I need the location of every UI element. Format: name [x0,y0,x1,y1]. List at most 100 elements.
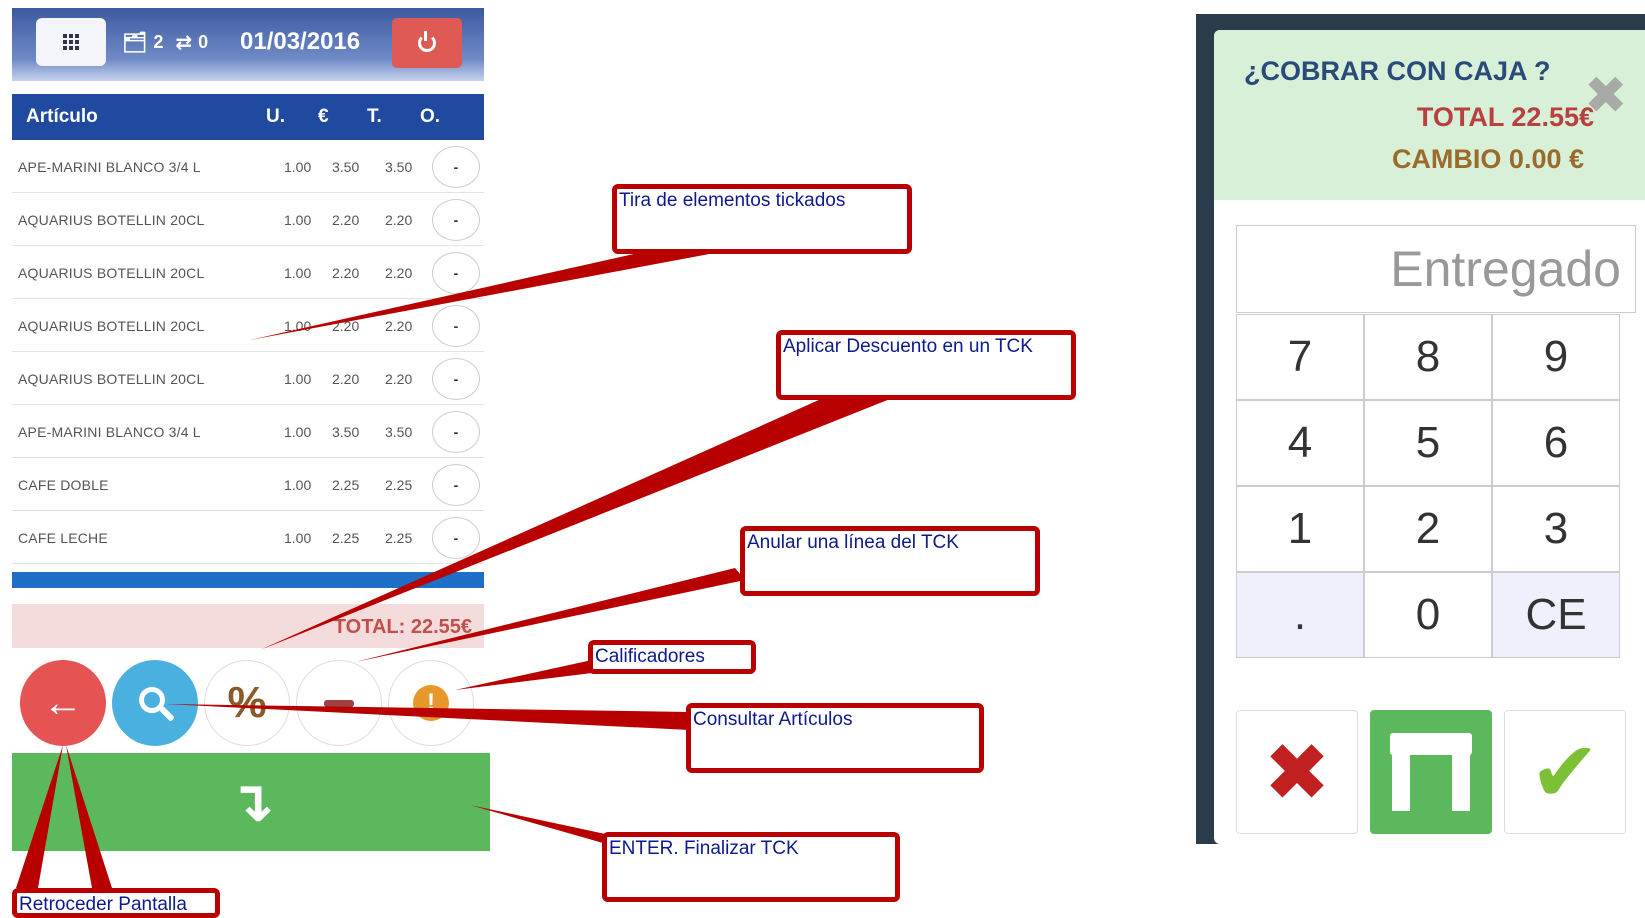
ticket-scroll-strip[interactable] [12,572,484,588]
menu-grid-button[interactable] [36,18,106,66]
checkout-dialog: ¿COBRAR CON CAJA ? TOTAL 22.55€ CAMBIO 0… [1214,30,1645,844]
dialog-header: ¿COBRAR CON CAJA ? TOTAL 22.55€ CAMBIO 0… [1214,30,1645,200]
ticket-rows: APE-MARINI BLANCO 3/4 L 1.00 3.50 3.50 -… [12,140,484,564]
close-icon[interactable]: ✖ [1584,66,1628,126]
key-8[interactable]: 8 [1364,314,1492,400]
col-units: U. [266,106,285,127]
search-articles-button[interactable] [112,660,198,746]
row-price: 2.20 [332,265,360,281]
percent-icon: % [227,678,267,727]
key-0[interactable]: 0 [1364,572,1492,658]
key-decimal[interactable]: . [1236,572,1364,658]
enter-finish-button[interactable]: ↴ [12,753,490,851]
callout-calificadores: Calificadores [588,640,756,674]
row-name: APE-MARINI BLANCO 3/4 L [18,424,201,440]
key-7[interactable]: 7 [1236,314,1364,400]
col-price: € [318,106,329,127]
ticket-row[interactable]: AQUARIUS BOTELLIN 20CL 1.00 2.20 2.20 - [12,299,484,352]
arrow-enter [470,805,610,845]
enter-arrow-icon: ↴ [227,770,275,833]
search-icon [139,687,165,713]
table-icon [1390,733,1472,811]
check-icon: ✔ [1529,725,1601,819]
row-remove-button[interactable]: - [432,146,480,188]
ticket-row[interactable]: APE-MARINI BLANCO 3/4 L 1.00 3.50 3.50 - [12,405,484,458]
ticket-row[interactable]: CAFE DOBLE 1.00 2.25 2.25 - [12,458,484,511]
row-units: 1.00 [284,371,312,387]
row-units: 1.00 [284,318,312,334]
callout-anular: Anular una línea del TCK [740,526,1040,596]
row-total: 2.25 [385,530,413,546]
tray-icon: 🗂 [122,32,148,54]
entregado-input[interactable]: Entregado [1236,225,1636,313]
row-price: 2.20 [332,371,360,387]
row-price: 2.25 [332,530,360,546]
col-options: O. [420,106,441,127]
row-remove-button[interactable]: - [432,411,480,453]
row-units: 1.00 [284,424,312,440]
dialog-total: TOTAL 22.55€ [1416,102,1594,132]
row-price: 2.20 [332,318,360,334]
row-remove-button[interactable]: - [432,517,480,559]
row-price: 3.50 [332,424,360,440]
ticket-total-bar: TOTAL: 22.55€ [12,604,484,648]
callout-enter: ENTER. Finalizar TCK [602,832,900,902]
ticket-row[interactable]: AQUARIUS BOTELLIN 20CL 1.00 2.20 2.20 - [12,352,484,405]
x-icon: ✖ [1263,727,1331,817]
dialog-title: ¿COBRAR CON CAJA ? [1244,56,1551,86]
callout-retroceder: Retroceder Pantalla [12,888,220,918]
key-9[interactable]: 9 [1492,314,1620,400]
pos-panel: 🗂 2 ⇄ 0 01/03/2016 Artículo U. € T. O. A… [12,8,490,851]
row-units: 1.00 [284,265,312,281]
dialog-backdrop: ¿COBRAR CON CAJA ? TOTAL 22.55€ CAMBIO 0… [1196,14,1645,844]
power-button[interactable] [392,18,462,68]
key-5[interactable]: 5 [1364,400,1492,486]
row-name: CAFE LECHE [18,530,108,546]
key-1[interactable]: 1 [1236,486,1364,572]
row-price: 3.50 [332,159,360,175]
ticket-row[interactable]: APE-MARINI BLANCO 3/4 L 1.00 3.50 3.50 - [12,140,484,193]
callout-tira: Tira de elementos tickados [612,184,912,254]
key-2[interactable]: 2 [1364,486,1492,572]
dialog-change: CAMBIO 0.00 € [1391,144,1584,174]
exclamation-icon: ! [413,685,449,721]
row-total: 2.20 [385,371,413,387]
row-total: 3.50 [385,424,413,440]
topbar-date: 01/03/2016 [240,28,361,55]
transfers-count: 0 [198,32,209,52]
row-remove-button[interactable]: - [432,252,480,294]
back-button[interactable]: ← [20,660,106,746]
row-name: AQUARIUS BOTELLIN 20CL [18,318,205,334]
row-remove-button[interactable]: - [432,305,480,347]
ticket-row[interactable]: AQUARIUS BOTELLIN 20CL 1.00 2.20 2.20 - [12,193,484,246]
row-remove-button[interactable]: - [432,358,480,400]
topbar-counters: 🗂 2 ⇄ 0 [122,30,208,55]
ticket-row[interactable]: AQUARIUS BOTELLIN 20CL 1.00 2.20 2.20 - [12,246,484,299]
row-units: 1.00 [284,212,312,228]
row-remove-button[interactable]: - [432,199,480,241]
cancel-button[interactable]: ✖ [1236,710,1358,834]
transfer-icon: ⇄ [175,32,193,54]
arrow-left-icon: ← [43,680,83,725]
minus-icon [324,699,354,707]
ticket-total: TOTAL: 22.55€ [333,616,472,638]
row-total: 3.50 [385,159,413,175]
key-ce[interactable]: CE [1492,572,1620,658]
row-price: 2.20 [332,212,360,228]
key-3[interactable]: 3 [1492,486,1620,572]
ticket-row[interactable]: CAFE LECHE 1.00 2.25 2.25 - [12,511,484,564]
row-name: CAFE DOBLE [18,477,109,493]
key-6[interactable]: 6 [1492,400,1620,486]
grid-icon [63,34,79,50]
void-line-button[interactable] [296,660,382,746]
row-total: 2.20 [385,318,413,334]
col-article: Artículo [26,106,98,127]
confirm-button[interactable]: ✔ [1504,710,1626,834]
row-units: 1.00 [284,159,312,175]
qualifiers-button[interactable]: ! [388,660,474,746]
table-button[interactable] [1370,710,1492,834]
row-remove-button[interactable]: - [432,464,480,506]
row-price: 2.25 [332,477,360,493]
discount-button[interactable]: % [204,660,290,746]
key-4[interactable]: 4 [1236,400,1364,486]
